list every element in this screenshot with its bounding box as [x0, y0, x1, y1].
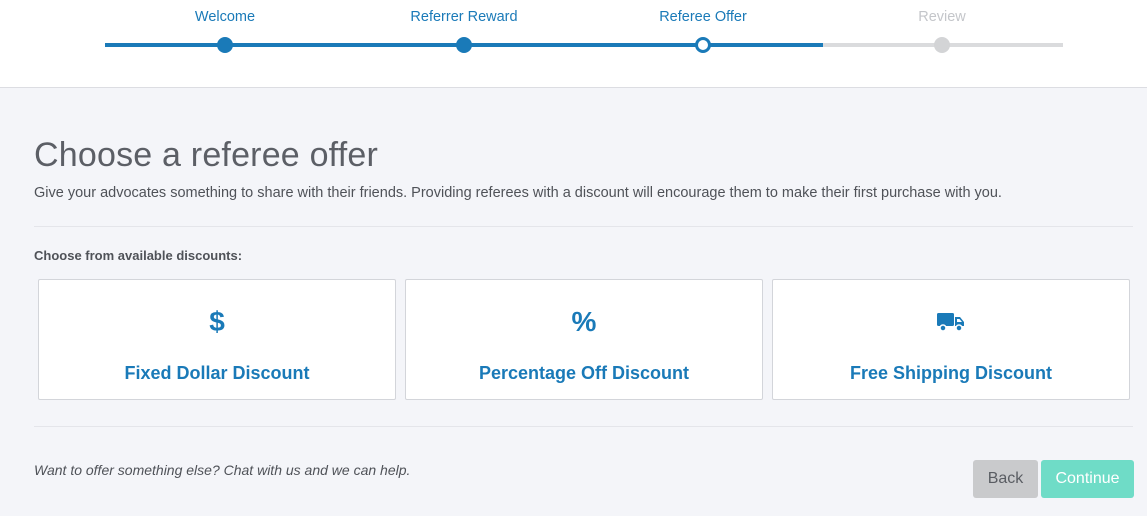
- page-subtitle: Give your advocates something to share w…: [34, 185, 1002, 201]
- page-title: Choose a referee offer: [34, 136, 378, 174]
- step-label-review: Review: [918, 9, 966, 25]
- percentage-off-discount-card[interactable]: % Percentage Off Discount: [405, 279, 763, 400]
- free-shipping-discount-card[interactable]: Free Shipping Discount: [772, 279, 1130, 400]
- stepper-track: [105, 43, 1063, 47]
- discounts-section-label: Choose from available discounts:: [34, 248, 243, 263]
- percent-icon: %: [571, 306, 597, 337]
- help-text: Want to offer something else? Chat with …: [34, 462, 411, 478]
- progress-stepper: Welcome Referrer Reward Referee Offer Re…: [0, 0, 1147, 88]
- dollar-icon: $: [209, 306, 225, 337]
- free-shipping-discount-label: Free Shipping Discount: [849, 363, 1052, 383]
- step-dot-welcome[interactable]: [217, 37, 233, 53]
- step-label-referee-offer[interactable]: Referee Offer: [603, 9, 803, 25]
- divider: [34, 426, 1133, 427]
- step-label-referrer-reward[interactable]: Referrer Reward: [364, 9, 564, 25]
- truck-icon: [773, 304, 1129, 340]
- fixed-dollar-discount-card[interactable]: $ Fixed Dollar Discount: [38, 279, 396, 400]
- continue-button[interactable]: Continue: [1041, 460, 1134, 498]
- fixed-dollar-discount-label: Fixed Dollar Discount: [124, 363, 310, 383]
- percentage-off-discount-label: Percentage Off Discount: [478, 363, 690, 383]
- main-content: Choose a referee offer Give your advocat…: [0, 89, 1147, 516]
- step-dot-referee-offer[interactable]: [695, 37, 711, 53]
- step-dot-referrer-reward[interactable]: [456, 37, 472, 53]
- divider: [34, 226, 1133, 227]
- back-button[interactable]: Back: [973, 460, 1038, 498]
- step-dot-review: [934, 37, 950, 53]
- step-label-welcome[interactable]: Welcome: [125, 9, 325, 25]
